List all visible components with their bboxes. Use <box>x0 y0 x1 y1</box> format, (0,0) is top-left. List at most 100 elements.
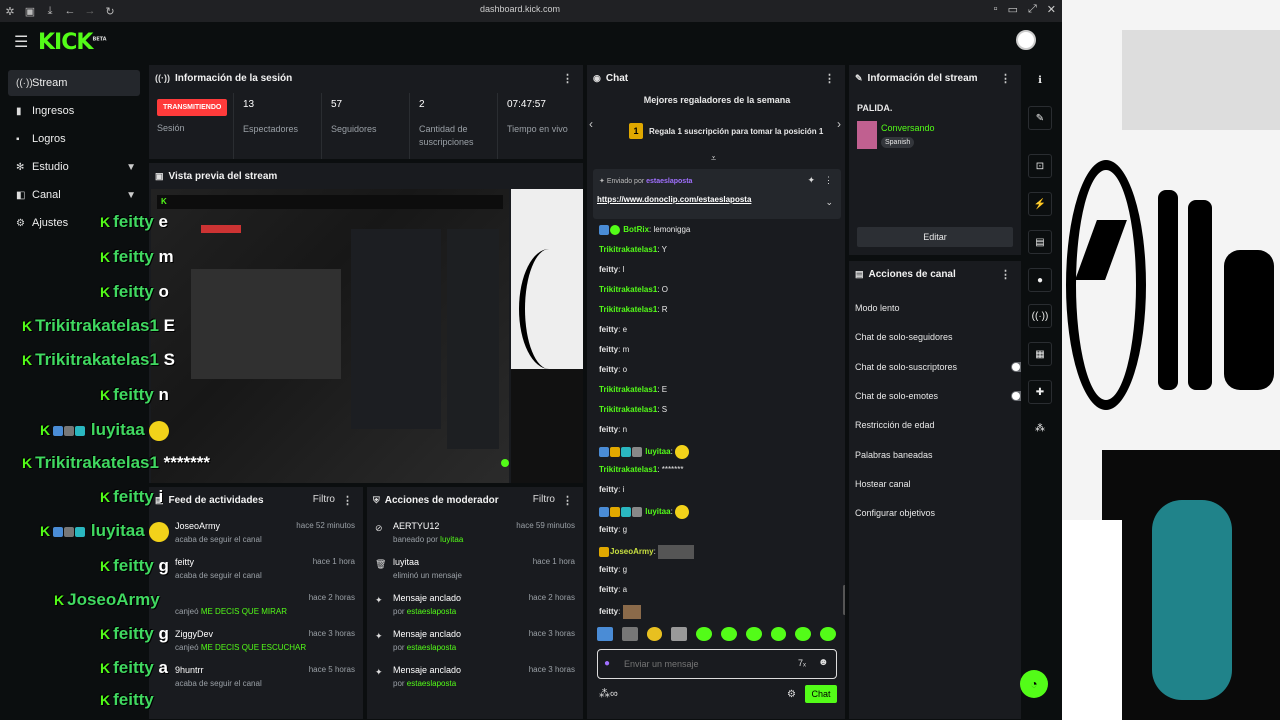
mic-icon[interactable]: ● <box>604 658 610 669</box>
send-chat-button[interactable]: Chat <box>805 685 837 703</box>
feed-row[interactable]: JoseoArmy acaba de seguir el canal hace 5… <box>149 515 363 551</box>
sidebar-item-ingresos[interactable]: ▮ Ingresos <box>8 98 140 124</box>
chat-message[interactable]: Trikitrakatelas1: O <box>599 285 668 294</box>
more-icon[interactable]: ⋮ <box>562 494 573 507</box>
points-icon[interactable]: ⁂ <box>1028 416 1052 440</box>
mod-row[interactable]: 🗑 luyitaa eliminó un mensaje hace 1 hora <box>367 551 583 587</box>
emoji-icon[interactable]: ☻ <box>818 657 829 668</box>
edit-button[interactable]: Editar <box>857 227 1013 247</box>
chat-message[interactable]: feitty: o <box>599 365 627 374</box>
chevron-down-icon[interactable]: ⌄ <box>825 197 833 208</box>
category-link[interactable]: Conversando <box>881 123 935 133</box>
chevron-right-icon[interactable]: › <box>837 117 841 131</box>
feed-user[interactable]: feitty <box>175 557 194 567</box>
chat-message[interactable]: feitty: e <box>599 325 627 334</box>
emote-icon[interactable] <box>696 627 712 641</box>
split-icon[interactable]: ▫ <box>994 3 998 16</box>
mod-row[interactable]: ✦ Mensaje anclado por estaeslaposta hace 3 … <box>367 623 583 659</box>
restore-icon[interactable]: ⤢ <box>1028 3 1037 16</box>
forward-icon[interactable]: → <box>80 5 100 17</box>
more-icon[interactable]: ⋮ <box>1000 72 1011 85</box>
chat-message[interactable]: Trikitrakatelas1: ******* <box>599 465 684 474</box>
chat-message[interactable]: feitty: <box>599 605 641 619</box>
document-icon[interactable]: ▤ <box>1028 230 1052 254</box>
toggle-switch[interactable] <box>1011 390 1021 401</box>
chat-message[interactable]: Trikitrakatelas1: S <box>599 405 667 414</box>
user-avatar[interactable] <box>1016 30 1036 50</box>
mod-row[interactable]: ✦ Mensaje anclado por estaeslaposta hace 2 … <box>367 587 583 623</box>
reload-icon[interactable]: ↻ <box>100 5 120 18</box>
close-icon[interactable]: ✕ <box>1047 3 1056 16</box>
toggle-switch[interactable] <box>1011 361 1021 372</box>
extensions-icon[interactable]: ✲ <box>0 5 20 18</box>
unpin-icon[interactable]: ✦ <box>807 175 815 186</box>
chat-message[interactable]: Trikitrakatelas1: E <box>599 385 667 394</box>
minimize-icon[interactable]: ▭ <box>1008 3 1018 16</box>
channel-action-item[interactable]: Modo lento› <box>855 303 1021 313</box>
emote-icon[interactable] <box>770 627 787 641</box>
sidebar-icon[interactable]: ▣ <box>20 5 40 18</box>
more-icon[interactable]: ⋮ <box>1000 268 1011 281</box>
emote-icon[interactable] <box>820 627 836 641</box>
collapse-icon[interactable]: ⩡ <box>711 153 716 164</box>
translate-icon[interactable]: 7ₓ <box>798 658 806 668</box>
chat-message[interactable]: feitty: i <box>599 485 624 494</box>
pinned-link[interactable]: https://www.donoclip.com/estaeslaposta <box>597 195 751 204</box>
kick-logo[interactable]: KICKBETA <box>38 30 107 55</box>
feed-row[interactable]: canjeó ME DECIS QUE MIRAR hace 2 horas <box>149 587 363 623</box>
edit-icon[interactable]: ✎ <box>1028 106 1052 130</box>
channel-action-item[interactable]: Chat de solo-suscriptores <box>855 361 1021 372</box>
chat-message[interactable]: Trikitrakatelas1: R <box>599 305 668 314</box>
chat-message[interactable]: feitty: m <box>599 345 629 354</box>
channel-action-item[interactable]: Configurar objetivos› <box>855 508 1021 518</box>
feed-user[interactable]: JoseoArmy <box>175 521 220 531</box>
chat-message[interactable]: BotRix: lemonigga <box>599 225 690 235</box>
chat-message[interactable]: feitty: n <box>599 425 627 434</box>
chat-bubble-icon[interactable]: ● <box>1028 268 1052 292</box>
more-icon[interactable]: ⋮ <box>824 175 833 186</box>
mod-row[interactable]: ✦ Mensaje anclado por estaeslaposta hace 3 … <box>367 659 583 695</box>
chat-message[interactable]: Trikitrakatelas1: Y <box>599 245 667 254</box>
emote-icon[interactable] <box>621 627 638 641</box>
chat-message[interactable]: JoseoArmy: <box>599 545 695 559</box>
chat-message[interactable]: feitty: l <box>599 265 624 274</box>
more-icon[interactable]: ⋮ <box>342 494 353 507</box>
chat-input[interactable] <box>624 656 784 672</box>
tool-icon[interactable]: ✚ <box>1028 380 1052 404</box>
emote-icon[interactable] <box>720 627 737 641</box>
sidebar-item-estudio[interactable]: ✻ Estudio ▼ <box>8 154 140 180</box>
mod-row[interactable]: ⊘ AERTYU12 baneado por luyitaa hace 59 minu… <box>367 515 583 551</box>
chat-message[interactable]: feitty: g <box>599 565 627 574</box>
channel-action-item[interactable]: Restricción de edad› <box>855 420 1021 430</box>
chat-message[interactable]: luyitaa: <box>599 445 690 459</box>
url-bar[interactable]: dashboard.kick.com <box>480 4 560 14</box>
broadcast-icon[interactable]: ((·)) <box>1028 304 1052 328</box>
emote-icon[interactable] <box>795 627 812 641</box>
more-icon[interactable]: ⋮ <box>824 72 835 85</box>
feed-row[interactable]: 9huntrr acaba de seguir el canal hace 5 h… <box>149 659 363 695</box>
feed-user[interactable]: ZiggyDev <box>175 629 213 639</box>
back-icon[interactable]: ← <box>60 5 80 17</box>
channel-action-item[interactable]: Hostear canal <box>855 479 1021 489</box>
channel-action-item[interactable]: Chat de solo-seguidores› <box>855 332 1021 342</box>
chevron-left-icon[interactable]: ‹ <box>589 117 593 131</box>
download-icon[interactable]: ⤓ <box>40 5 60 18</box>
chat-message[interactable]: luyitaa: <box>599 505 690 519</box>
emote-icon[interactable] <box>597 627 613 641</box>
chat-message[interactable]: feitty: g <box>599 525 627 534</box>
emote-icon[interactable] <box>646 627 663 641</box>
media-icon[interactable]: ▦ <box>1028 342 1052 366</box>
feed-user[interactable]: 9huntrr <box>175 665 204 675</box>
sidebar-item-canal[interactable]: ◧ Canal ▼ <box>8 182 140 208</box>
filter-button[interactable]: Filtro <box>533 494 555 505</box>
target-icon[interactable]: ⊡ <box>1028 154 1052 178</box>
stream-preview-video[interactable]: K <box>151 189 583 483</box>
help-button[interactable]: ◔ <box>1020 670 1048 698</box>
feed-row[interactable]: ZiggyDev canjeó ME DECIS QUE ESCUCHAR hace… <box>149 623 363 659</box>
chat-message[interactable]: feitty: a <box>599 585 627 594</box>
points-icon[interactable]: ⁂∞ <box>599 687 618 700</box>
sidebar-item-logros[interactable]: ▪ Logros <box>8 126 140 152</box>
emote-icon[interactable] <box>671 627 688 641</box>
info-icon[interactable]: ℹ <box>1028 68 1052 92</box>
sidebar-item-stream[interactable]: ((·)) Stream <box>8 70 140 96</box>
